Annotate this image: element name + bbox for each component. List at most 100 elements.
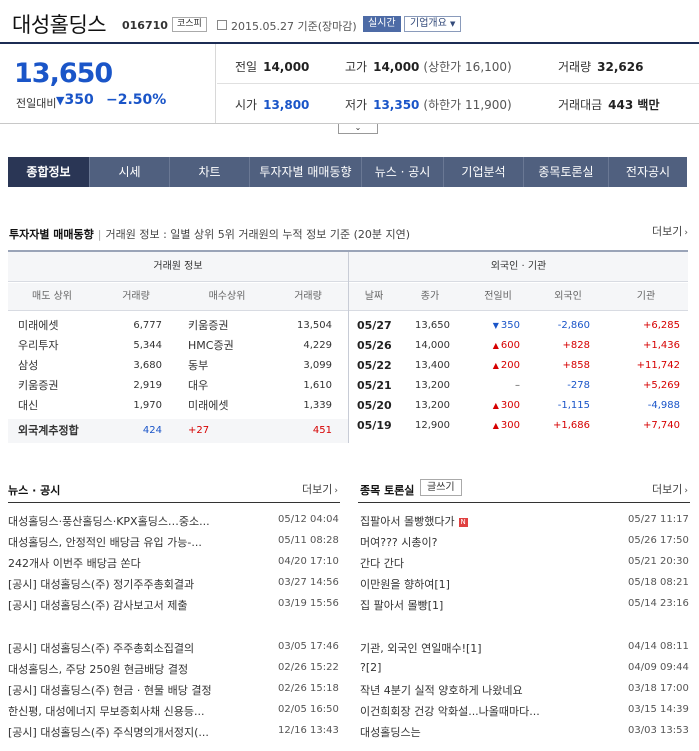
forum-post-link[interactable]: 대성홀딩스는	[360, 724, 610, 740]
news-item-link[interactable]: [공시] 대성홀딩스(주) 감사보고서 제출	[8, 597, 254, 613]
col-close: 종가	[420, 291, 440, 302]
news-item-link[interactable]: 한신평, 대성에너지 무보증회사채 신용등...	[8, 703, 254, 719]
daily-diff-value: –	[515, 380, 520, 391]
tab-summary[interactable]: 종합정보	[8, 157, 90, 187]
lower-limit-label: 하한가	[428, 98, 462, 112]
col-buy-top: 매수상위	[208, 291, 246, 302]
forum-post-title: 머여??? 시총이?	[360, 536, 438, 549]
col-date: 날짜	[364, 291, 384, 302]
tab-disclosure[interactable]: 전자공시	[609, 157, 687, 187]
daily-close: 12,900	[415, 420, 450, 431]
news-more-link[interactable]: 더보기 ›	[302, 481, 338, 497]
forum-post-title: ?[2]	[360, 661, 382, 674]
forum-post-link[interactable]: 간다 간다	[360, 555, 610, 571]
daily-date: 05/27	[357, 319, 392, 332]
open-value: 13,800	[263, 98, 310, 112]
news-item-link[interactable]: 대성홀딩스, 주당 250원 현금배당 결정	[8, 661, 254, 677]
news-item-date: 03/27 14:56	[278, 577, 339, 588]
daily-foreign: +1,686	[552, 420, 590, 431]
tab-chart[interactable]: 차트	[170, 157, 250, 187]
daily-inst: +7,740	[642, 420, 680, 431]
divider	[217, 83, 699, 84]
forum-post-link[interactable]: 머여??? 시총이?	[360, 534, 610, 550]
broker-buy-name: HMC증권	[188, 339, 234, 352]
realtime-button[interactable]: 실시간	[363, 16, 401, 32]
tab-price[interactable]: 시세	[90, 157, 170, 187]
up-arrow-icon: ▲	[492, 341, 499, 350]
daily-inst: +5,269	[642, 380, 680, 391]
forum-post-link[interactable]: ?[2]	[360, 661, 610, 674]
forum-post-link[interactable]: 기관, 외국인 연일매수![1]	[360, 640, 610, 656]
daily-foreign: +858	[562, 360, 590, 371]
broker-sell-name: 키움증권	[18, 379, 59, 392]
daily-inst: +1,436	[642, 340, 680, 351]
news-item-link[interactable]: [공시] 대성홀딩스(주) 주식명의개서정지(...	[8, 724, 254, 740]
forum-post-title: 이만원을 향하여[1]	[360, 578, 450, 591]
forum-post-date: 03/03 13:53	[628, 725, 689, 736]
broker-sell-volume: 1,970	[133, 400, 162, 411]
news-item-date: 05/11 08:28	[278, 535, 339, 546]
broker-header: 거래원 정보	[8, 252, 348, 282]
more-label: 더보기	[302, 483, 333, 496]
col-inst: 기관	[636, 291, 656, 302]
broker-sell-name: 미래에셋	[18, 319, 59, 332]
broker-buy-name: 미래에셋	[188, 399, 229, 412]
down-arrow-icon: ▼	[492, 321, 499, 330]
forum-post-date: 03/18 17:00	[628, 683, 689, 694]
investor-section-title: 투자자별 매매동향 | 거래원 정보 : 일별 상위 5위 거래원의 누적 정보 기…	[9, 228, 411, 241]
tab-forum[interactable]: 종목토론실	[524, 157, 609, 187]
stock-code: 016710	[122, 19, 168, 32]
forum-post-link[interactable]: 작년 4분기 실적 양호하게 나왔네요	[360, 682, 610, 698]
forum-post-title: 기관, 외국인 연일매수![1]	[360, 642, 482, 655]
market-badge: 코스피	[172, 17, 207, 32]
investor-more-link[interactable]: 더보기 ›	[652, 223, 688, 239]
daily-diff-value: 300	[500, 420, 520, 431]
forum-post-title: 작년 4분기 실적 양호하게 나왔네요	[360, 684, 523, 697]
daily-inst: -4,988	[647, 400, 680, 411]
company-overview-dropdown[interactable]: 기업개요 ▼	[404, 16, 462, 32]
up-arrow-icon: ▲	[492, 401, 499, 410]
news-item-link[interactable]: 대성홀딩스·풍산홀딩스·KPX홀딩스…중소...	[8, 513, 254, 529]
daily-diff-value: 300	[500, 400, 520, 411]
news-item-link[interactable]: 대성홀딩스, 안정적인 배당금 유입 가능-...	[8, 534, 254, 550]
news-item-date: 12/16 13:43	[278, 725, 339, 736]
daily-close: 14,000	[415, 340, 450, 351]
investor-title: 투자자별 매매동향	[9, 228, 94, 241]
price-date: 2015.05.27 기준(장마감)	[231, 20, 357, 33]
more-label: 더보기	[652, 225, 683, 238]
forum-more-link[interactable]: 더보기 ›	[652, 481, 688, 497]
forum-post-title: 대성홀딩스는	[360, 726, 421, 739]
news-item-date: 02/26 15:18	[278, 683, 339, 694]
broker-sell-volume: 6,777	[133, 320, 162, 331]
tab-news[interactable]: 뉴스 · 공시	[362, 157, 444, 187]
write-post-button[interactable]: 글쓰기	[420, 479, 462, 496]
prev-close-value: 14,000	[263, 60, 310, 74]
daily-close: 13,650	[415, 320, 450, 331]
news-item-date: 05/12 04:04	[278, 514, 339, 525]
forum-post-link[interactable]: 이건희회장 건강 악화설...나올때마다...	[360, 703, 610, 719]
foreign-est-sell: 424	[142, 425, 162, 436]
broker-buy-volume: 4,229	[303, 340, 332, 351]
forum-post-date: 03/15 14:39	[628, 704, 689, 715]
high-value: 14,000	[373, 60, 420, 74]
daily-diff: ▲ 300	[476, 398, 520, 413]
news-item-link[interactable]: 242개사 이번주 배당금 쏜다	[8, 555, 254, 571]
forum-post-link[interactable]: 집팔아서 몰빵했다가 N	[360, 513, 610, 529]
daily-date: 05/26	[357, 339, 392, 352]
broker-sell-name: 삼성	[18, 359, 39, 372]
daily-diff-value: 200	[500, 360, 520, 371]
up-arrow-icon: ▲	[492, 361, 499, 370]
expand-toggle-button[interactable]: ⌄	[338, 124, 378, 134]
news-item-link[interactable]: [공시] 대성홀딩스(주) 정기주주총회결과	[8, 576, 254, 592]
daily-diff: ▼ 350	[476, 318, 520, 333]
col-buy-vol: 거래량	[294, 291, 322, 302]
news-item-link[interactable]: [공시] 대성홀딩스(주) 현금 · 현물 배당 결정	[8, 682, 254, 698]
foreign-est-diff: +27	[188, 425, 210, 436]
tab-investor[interactable]: 투자자별 매매동향	[250, 157, 362, 187]
forum-post-link[interactable]: 집 팔아서 몰빵[1]	[360, 597, 610, 613]
table-divider	[348, 252, 349, 443]
low-value: 13,350	[373, 98, 420, 112]
news-item-link[interactable]: [공시] 대성홀딩스(주) 주주총회소집결의	[8, 640, 254, 656]
tab-analysis[interactable]: 기업분석	[444, 157, 524, 187]
forum-post-link[interactable]: 이만원을 향하여[1]	[360, 576, 610, 592]
